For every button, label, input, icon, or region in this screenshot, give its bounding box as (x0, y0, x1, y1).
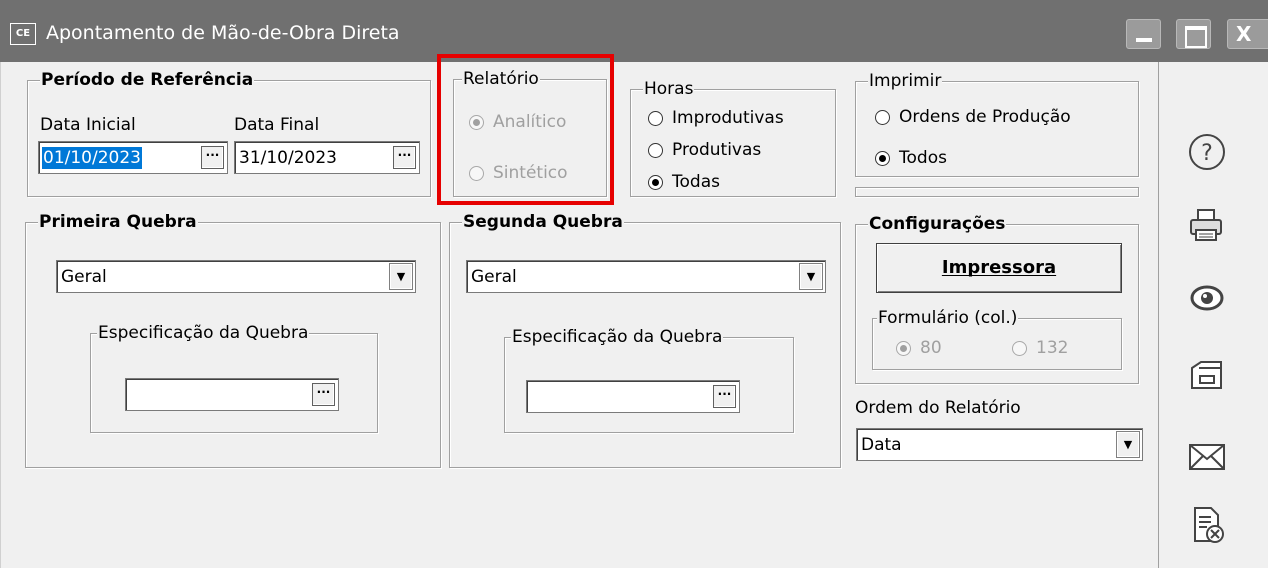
minimize-button[interactable] (1126, 19, 1161, 49)
radio-todos-label: Todos (899, 148, 947, 168)
window-title: Apontamento de Mão-de-Obra Direta (46, 22, 400, 44)
radio-todos[interactable]: Todos (875, 148, 947, 168)
preview-eye-icon[interactable] (1187, 278, 1227, 318)
radio-dot (896, 340, 911, 356)
segunda-quebra-value: Geral (471, 267, 517, 287)
app-icon: CE (10, 23, 36, 45)
segunda-spec-legend: Especificação da Quebra (511, 327, 724, 347)
radio-ordens-producao-label: Ordens de Produção (899, 107, 1071, 127)
data-final-label: Data Final (234, 115, 320, 135)
primeira-quebra-value: Geral (61, 267, 107, 287)
imprimir-legend: Imprimir (868, 71, 943, 91)
help-icon[interactable]: ? (1187, 132, 1227, 172)
data-final-value: 31/10/2023 (239, 148, 337, 168)
periodo-group: Período de Referência (27, 70, 431, 197)
data-final-picker-button[interactable]: ··· (393, 146, 416, 169)
horas-legend: Horas (643, 79, 695, 99)
impressora-button-label: Impressora (941, 257, 1057, 278)
radio-todas[interactable]: Todas (648, 172, 720, 192)
radio-dot (875, 150, 890, 166)
ordem-label: Ordem do Relatório (855, 398, 1021, 418)
primeira-spec-legend: Especificação da Quebra (97, 323, 310, 343)
radio-produtivas[interactable]: Produtivas (648, 140, 761, 160)
radio-improdutivas-label: Improdutivas (672, 108, 784, 128)
svg-text:?: ? (1201, 141, 1213, 166)
data-final-input[interactable]: 31/10/2023 ··· (234, 141, 420, 174)
data-inicial-picker-button[interactable]: ··· (201, 146, 224, 169)
radio-dot (648, 110, 663, 126)
segunda-quebra-select[interactable]: Geral ▼ (466, 260, 826, 293)
chevron-down-icon[interactable]: ▼ (799, 263, 823, 290)
highlight-box (437, 54, 614, 205)
radio-132[interactable]: 132 (1012, 338, 1068, 358)
radio-dot (1012, 340, 1027, 356)
impressora-button[interactable]: Impressora (876, 243, 1122, 293)
data-inicial-value: 01/10/2023 (42, 147, 142, 169)
primeira-quebra-legend: Primeira Quebra (38, 212, 198, 232)
segunda-spec-input[interactable]: ··· (526, 380, 740, 413)
radio-improdutivas[interactable]: Improdutivas (648, 108, 784, 128)
periodo-legend: Período de Referência (40, 70, 255, 90)
printer-icon[interactable] (1187, 206, 1227, 246)
radio-ordens-producao[interactable]: Ordens de Produção (875, 107, 1071, 127)
segunda-spec-lookup-button[interactable]: ··· (713, 385, 736, 408)
radio-80-label: 80 (920, 338, 942, 358)
radio-produtivas-label: Produtivas (672, 140, 762, 160)
primeira-spec-input[interactable]: ··· (125, 378, 339, 411)
data-inicial-input[interactable]: 01/10/2023 ··· (38, 141, 228, 174)
cancel-document-icon[interactable] (1187, 505, 1227, 545)
radio-todas-label: Todas (672, 172, 720, 192)
radio-dot (875, 109, 890, 125)
title-bar: CE Apontamento de Mão-de-Obra Direta X (0, 0, 1268, 62)
email-icon[interactable] (1187, 437, 1227, 477)
ordem-value: Data (861, 435, 902, 455)
radio-dot (648, 174, 663, 190)
configuracoes-legend: Configurações (868, 214, 1007, 234)
maximize-button[interactable] (1176, 19, 1211, 49)
radio-132-label: 132 (1036, 338, 1069, 358)
formulario-legend: Formulário (col.) (877, 308, 1019, 328)
chevron-down-icon[interactable]: ▼ (389, 263, 413, 290)
data-inicial-label: Data Inicial (40, 115, 136, 135)
radio-80[interactable]: 80 (896, 338, 942, 358)
radio-dot (648, 142, 663, 158)
primeira-quebra-select[interactable]: Geral ▼ (56, 260, 416, 293)
export-file-icon[interactable] (1187, 356, 1227, 396)
primeira-spec-lookup-button[interactable]: ··· (312, 383, 335, 406)
ordem-select[interactable]: Data ▼ (856, 428, 1143, 461)
close-button[interactable]: X (1227, 19, 1268, 49)
chevron-down-icon[interactable]: ▼ (1116, 431, 1140, 458)
segunda-quebra-legend: Segunda Quebra (462, 212, 624, 232)
imprimir-divider (855, 187, 1139, 197)
